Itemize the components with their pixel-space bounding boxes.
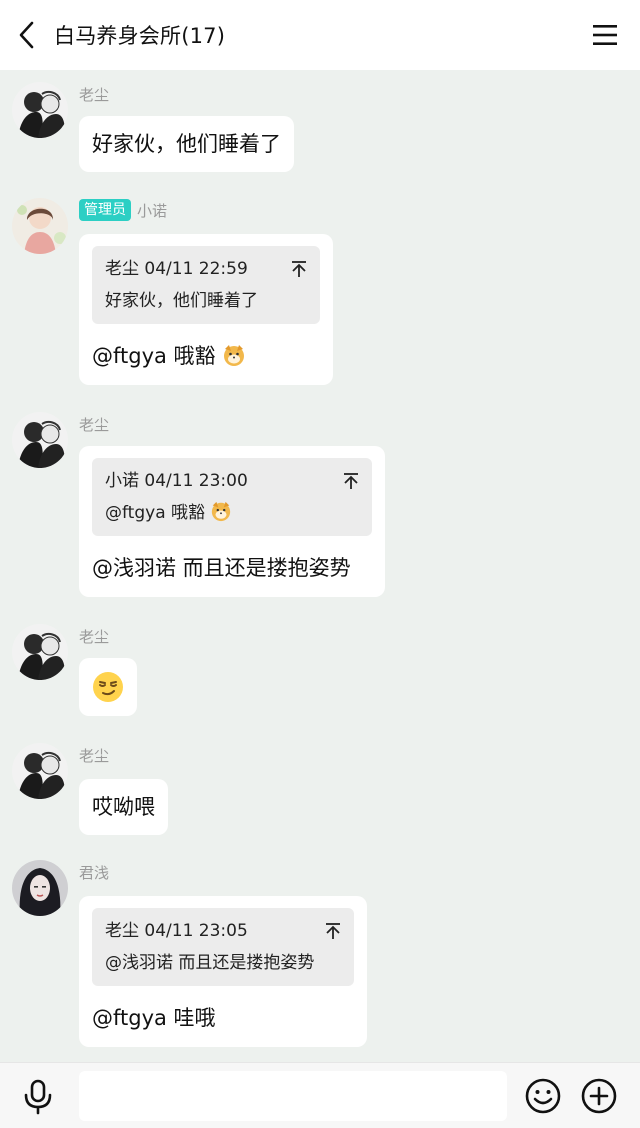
message-meta: 老尘 xyxy=(79,624,109,648)
chevron-left-icon xyxy=(19,21,34,49)
jump-to-original-icon[interactable] xyxy=(290,260,308,278)
message-reply: @ftgya 哦豁 xyxy=(92,324,320,385)
message-text: @浅羽诺 而且还是搂抱姿势 xyxy=(92,556,351,580)
smiley-icon[interactable] xyxy=(524,1077,562,1115)
shiba-dog-emoji xyxy=(224,345,245,366)
message-text: 好家伙，他们睡着了 xyxy=(92,132,281,156)
message-bubble[interactable]: 小诺 04/11 23:00 @ftgya 哦豁 @浅羽诺 而且还是搂抱姿势 xyxy=(79,446,385,597)
smirk-face-emoji xyxy=(93,672,123,702)
shiba-dog-emoji xyxy=(212,501,231,522)
avatar[interactable] xyxy=(12,198,68,254)
message-bubble[interactable]: 老尘 04/11 22:59 好家伙，他们睡着了 @ftgya 哦豁 xyxy=(79,234,333,385)
message-bubble[interactable]: 老尘 04/11 23:05 @浅羽诺 而且还是搂抱姿势 @ftgya 哇哦 xyxy=(79,896,367,1047)
top-bar: 白马养身会所(17) xyxy=(0,0,640,70)
avatar[interactable] xyxy=(12,860,68,916)
sender-name: 老尘 xyxy=(79,627,110,646)
avatar[interactable] xyxy=(12,82,68,138)
menu-button[interactable] xyxy=(570,0,640,70)
quote-body: @ftgya 哦豁 xyxy=(105,498,359,528)
sender-name: 老尘 xyxy=(79,746,110,765)
quoted-message[interactable]: 老尘 04/11 23:05 @浅羽诺 而且还是搂抱姿势 xyxy=(92,908,354,986)
avatar[interactable] xyxy=(12,624,68,680)
hamburger-menu-icon xyxy=(593,25,617,45)
quote-header: 老尘 04/11 22:59 xyxy=(105,259,248,279)
microphone-icon[interactable] xyxy=(16,1077,60,1117)
quoted-message[interactable]: 小诺 04/11 23:00 @ftgya 哦豁 xyxy=(92,458,372,536)
message-text: @ftgya 哇哦 xyxy=(92,1006,216,1030)
message-text: @ftgya 哦豁 xyxy=(92,344,216,368)
jump-to-original-icon[interactable] xyxy=(324,922,342,940)
message-bubble[interactable] xyxy=(79,658,137,716)
avatar[interactable] xyxy=(12,743,68,799)
message-list[interactable]: 老尘 好家伙，他们睡着了 管理员 小诺 老尘 04/11 22:59 好家伙，他… xyxy=(0,70,640,1062)
quote-text: @ftgya 哦豁 xyxy=(105,503,206,523)
avatar[interactable] xyxy=(12,412,68,468)
message-meta: 君浅 xyxy=(79,860,109,884)
quote-body: @浅羽诺 而且还是搂抱姿势 xyxy=(105,953,315,973)
quote-header: 老尘 04/11 23:05 xyxy=(105,921,248,941)
message-meta: 老尘 xyxy=(79,743,109,767)
message-bubble[interactable]: 哎呦喂 xyxy=(79,779,168,835)
quote-body: 好家伙，他们睡着了 xyxy=(105,291,258,311)
back-button[interactable] xyxy=(0,0,54,70)
message-text: 哎呦喂 xyxy=(92,795,155,819)
message-bubble[interactable]: 好家伙，他们睡着了 xyxy=(79,116,294,172)
sender-name: 君浅 xyxy=(79,863,110,882)
quote-header: 小诺 04/11 23:00 xyxy=(105,471,248,491)
message-meta: 老尘 xyxy=(79,82,109,106)
message-input[interactable] xyxy=(79,1071,507,1121)
message-meta: 老尘 xyxy=(79,412,109,436)
plus-circle-icon[interactable] xyxy=(580,1077,618,1115)
admin-badge: 管理员 xyxy=(79,199,131,221)
sender-name: 老尘 xyxy=(79,415,110,434)
input-bar xyxy=(0,1062,640,1128)
quoted-message[interactable]: 老尘 04/11 22:59 好家伙，他们睡着了 xyxy=(92,246,320,324)
group-title: 白马养身会所(17) xyxy=(54,24,226,48)
sender-name: 老尘 xyxy=(79,85,110,104)
message-meta: 管理员 小诺 xyxy=(79,198,167,222)
sender-name: 小诺 xyxy=(137,201,168,220)
chat-screen: 白马养身会所(17) 老尘 好家伙，他们睡着了 管理员 小诺 老尘 04/11 … xyxy=(0,0,640,1128)
jump-to-original-icon[interactable] xyxy=(342,472,360,490)
